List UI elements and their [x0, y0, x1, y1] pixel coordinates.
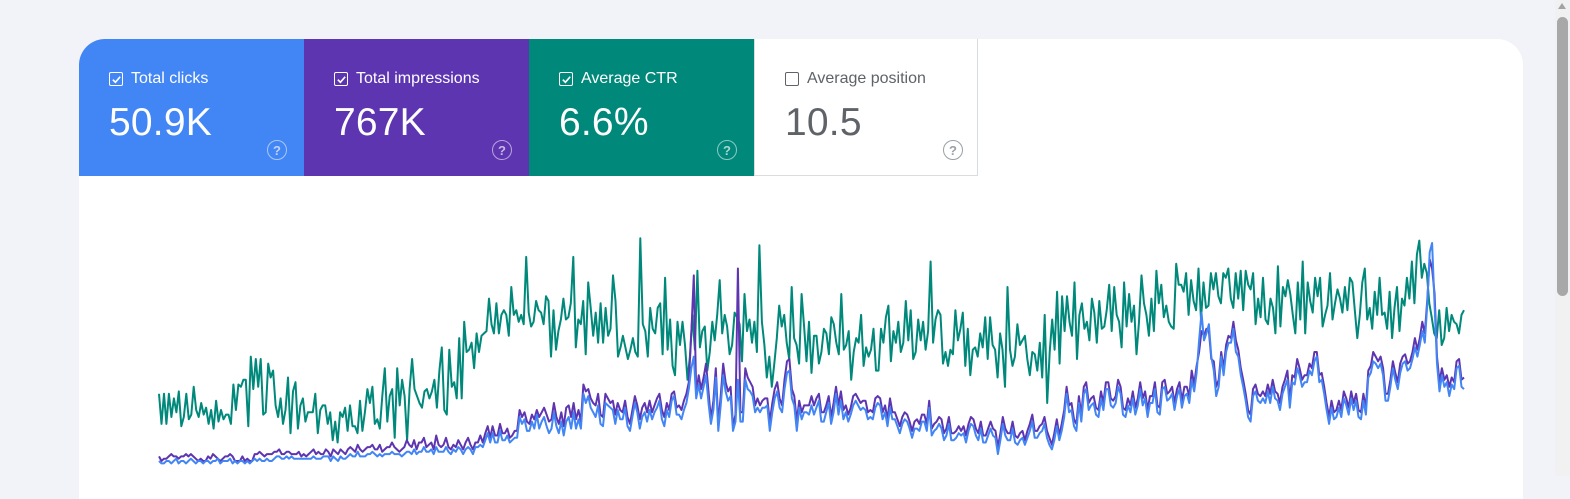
performance-card: Total clicks 50.9K ? Total impressions 7… [79, 39, 1523, 499]
metric-label: Total clicks [131, 70, 209, 87]
performance-line-chart [158, 237, 1465, 465]
series-line-average-ctr [158, 237, 1465, 444]
metric-value: 6.6% [559, 101, 649, 144]
metric-label: Average CTR [581, 70, 678, 87]
metric-tile-total-clicks[interactable]: Total clicks 50.9K ? [79, 39, 304, 176]
metric-tiles: Total clicks 50.9K ? Total impressions 7… [79, 39, 978, 176]
help-icon[interactable]: ? [717, 140, 737, 160]
checkbox-checked-icon[interactable] [334, 72, 348, 86]
scrollbar-thumb[interactable] [1557, 17, 1568, 296]
checkbox-unchecked-icon[interactable] [785, 72, 799, 86]
metric-value: 50.9K [109, 101, 212, 144]
help-icon[interactable]: ? [943, 140, 963, 160]
metric-tile-total-impressions[interactable]: Total impressions 767K ? [304, 39, 529, 176]
checkbox-checked-icon[interactable] [109, 72, 123, 86]
checkbox-checked-icon[interactable] [559, 72, 573, 86]
help-icon[interactable]: ? [267, 140, 287, 160]
metric-tile-average-position[interactable]: Average position 10.5 ? [754, 39, 978, 176]
metric-value: 767K [334, 101, 426, 144]
metric-label: Total impressions [356, 70, 480, 87]
help-icon[interactable]: ? [492, 140, 512, 160]
metric-value: 10.5 [785, 101, 862, 144]
metric-label: Average position [807, 70, 926, 87]
scroll-up-arrow-icon[interactable] [1558, 3, 1566, 9]
metric-tile-average-ctr[interactable]: Average CTR 6.6% ? [529, 39, 754, 176]
vertical-scrollbar[interactable] [1555, 0, 1570, 476]
